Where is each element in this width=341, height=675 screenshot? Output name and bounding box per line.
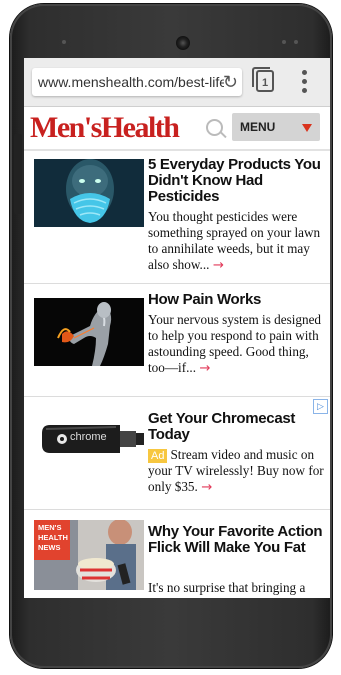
sensor-icon [282,40,286,44]
article-description: It's no surprise that bringing a bottoml… [148,580,310,598]
read-more-arrow-icon[interactable]: → [213,258,224,273]
address-bar[interactable]: www.menshealth.com/best-life/ ↻ [32,68,242,96]
browser-toolbar: www.menshealth.com/best-life/ ↻ 1 [24,58,330,107]
search-icon[interactable] [206,119,223,136]
article-title[interactable]: Why Your Favorite Action Flick Will Make… [148,524,326,556]
list-item[interactable]: How Pain Works Your nervous system is de… [24,284,330,397]
menu-caret-icon [302,124,312,132]
sensor-icon [294,40,298,44]
list-item[interactable]: ▷ chrome Get Your Chromecast Today Ad Str… [24,397,330,510]
side-button [14,134,22,214]
article-description: You thought pesticides were something sp… [148,209,326,274]
site-header: Men'sHealth MENU [24,107,330,151]
news-badge-line: MEN'S [38,523,62,532]
chromecast-label: chrome [70,431,107,443]
ad-description-text: Stream video and music on your TV wirele… [148,447,324,494]
phone-bottom-bezel [24,598,330,648]
article-description: Your nervous system is designed to help … [148,312,326,377]
overflow-menu-icon[interactable] [302,70,308,94]
menu-button[interactable]: MENU [232,113,320,141]
article-title[interactable]: How Pain Works [148,292,326,308]
earpiece-speaker [176,36,190,50]
ad-badge: Ad [148,449,168,463]
article-thumbnail[interactable] [34,159,144,227]
phone-screen: www.menshealth.com/best-life/ ↻ 1 Men'sH… [24,58,330,598]
news-badge: MEN'S HEALTH NEWS [38,523,68,553]
menu-label: MENU [240,120,276,134]
article-description-text: You thought pesticides were something sp… [148,209,321,272]
reload-icon[interactable]: ↻ [223,72,238,92]
tabs-icon[interactable]: 1 [252,67,274,92]
url-text[interactable]: www.menshealth.com/best-life/ [38,74,224,90]
ad-description: Ad Stream video and music on your TV wire… [148,447,326,496]
ad-title[interactable]: Get Your Chromecast Today [148,411,326,443]
ad-thumbnail[interactable]: chrome [34,407,144,475]
news-badge-line: NEWS [38,543,61,552]
front-camera-icon [62,40,66,44]
article-title[interactable]: 5 Everyday Products You Didn't Know Had … [148,157,326,205]
site-logo[interactable]: Men'sHealth [30,111,180,145]
read-more-arrow-icon[interactable]: → [199,361,210,376]
article-description-text: Your nervous system is designed to help … [148,312,322,375]
read-more-arrow-icon[interactable]: → [201,480,212,495]
news-badge-line: HEALTH [38,533,68,542]
article-thumbnail[interactable] [34,298,144,366]
article-thumbnail[interactable]: MEN'S HEALTH NEWS [34,520,144,590]
list-item[interactable]: MEN'S HEALTH NEWS Why Your Favorite Acti… [24,510,330,598]
list-item[interactable]: 5 Everyday Products You Didn't Know Had … [24,151,330,284]
